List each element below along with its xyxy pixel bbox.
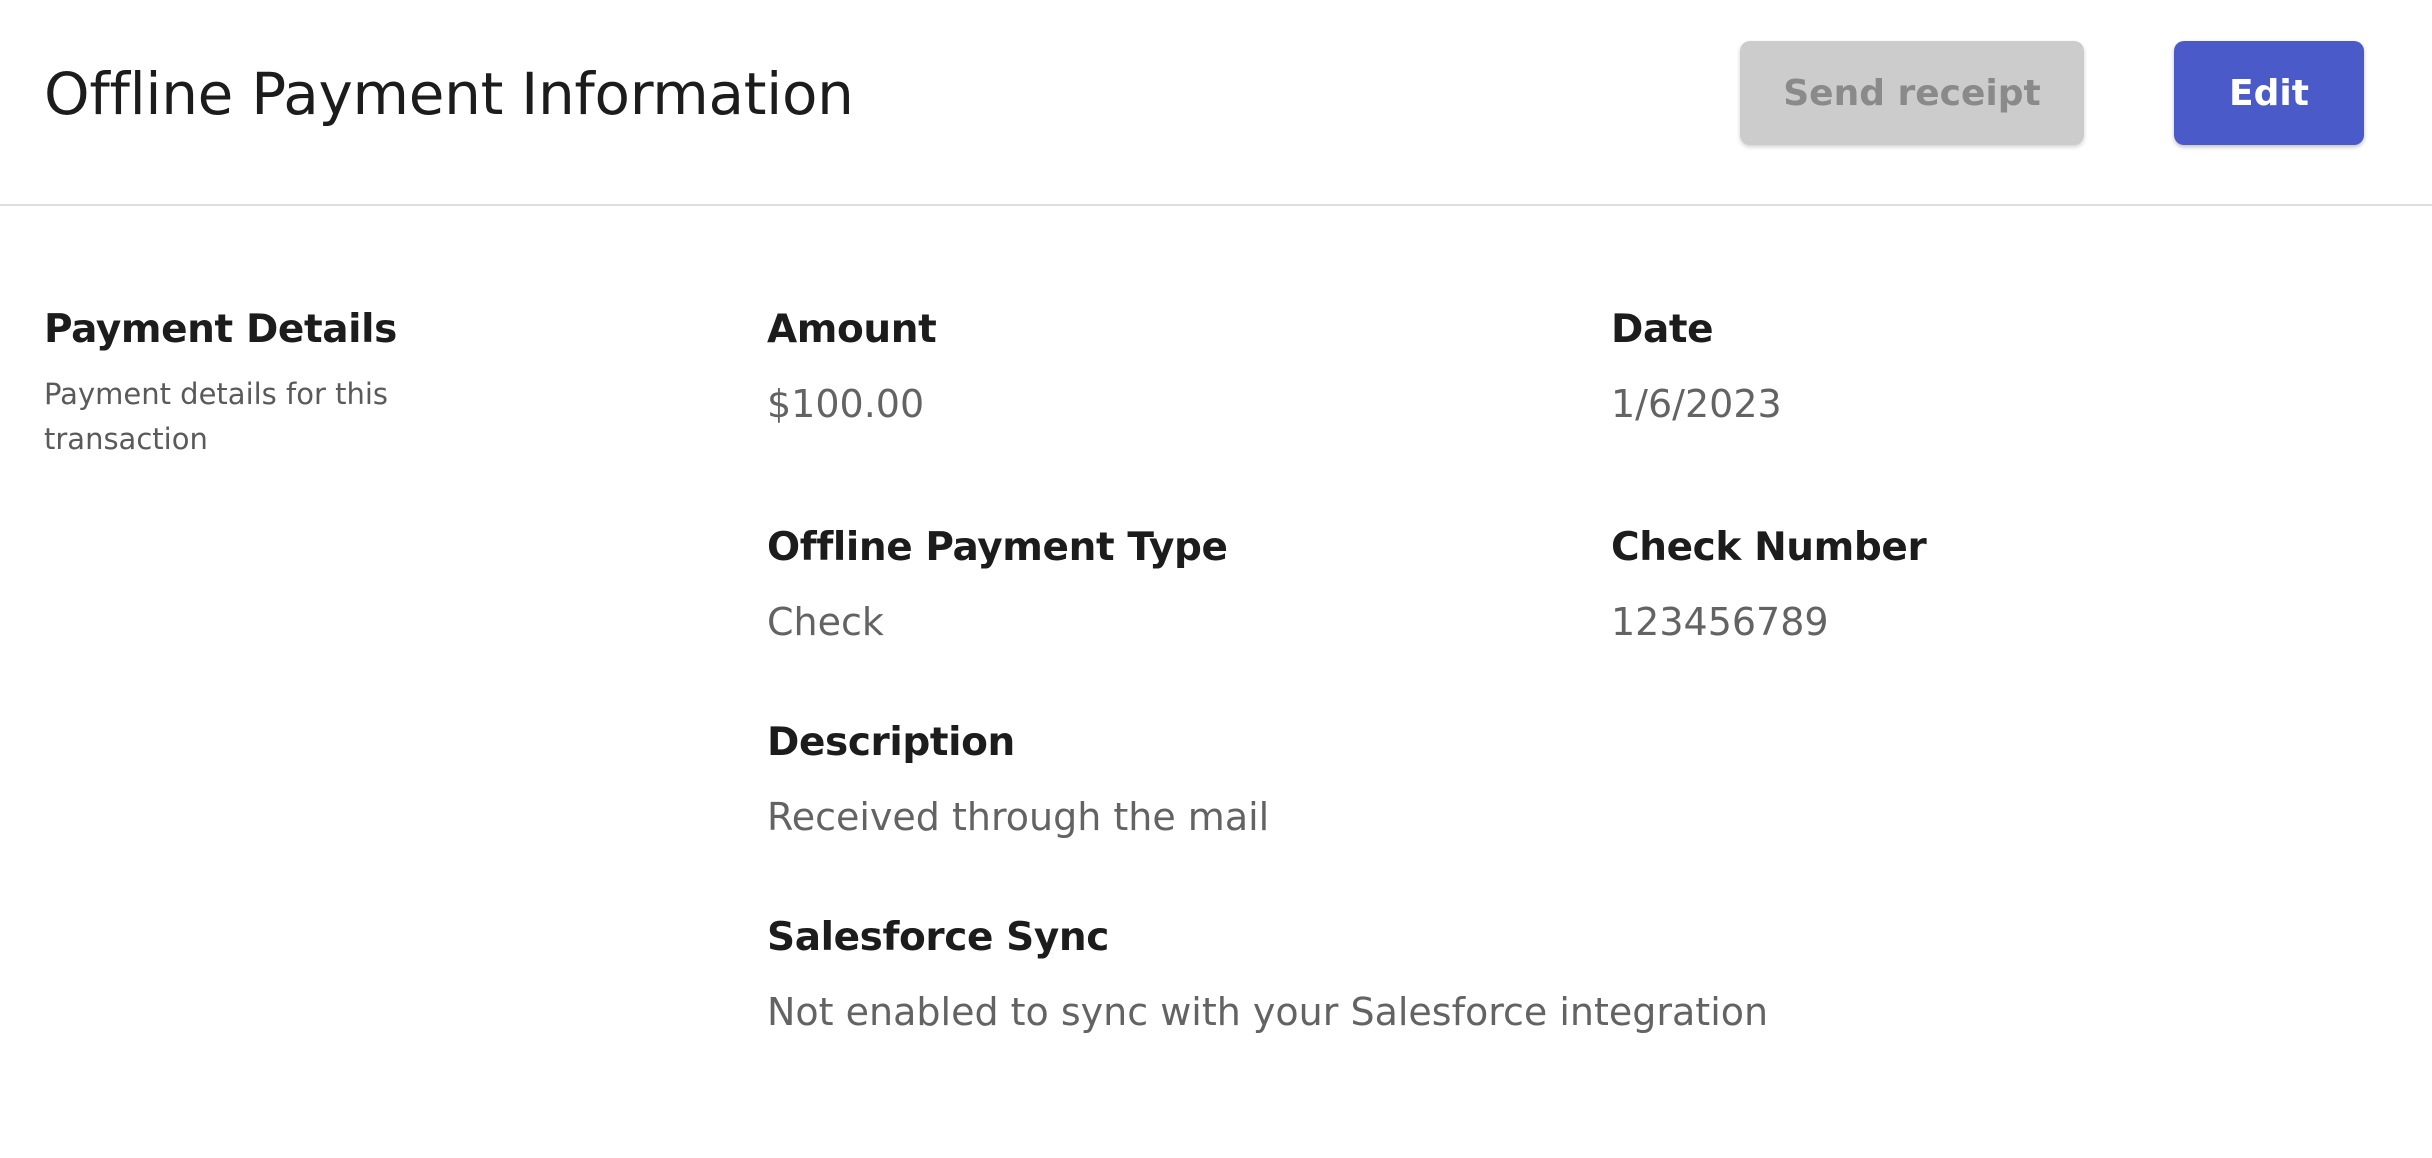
description-field: Description Received through the mail [767,715,1269,845]
check-number-value: 123456789 [1611,600,1829,644]
page-title: Offline Payment Information [44,60,854,128]
payment-type-label: Offline Payment Type [767,525,1228,570]
section-description: Payment details for this transaction [44,377,389,456]
payment-type-value: Check [767,600,884,644]
amount-field: Amount $100.00 [767,302,937,432]
date-label: Date [1611,307,1714,352]
section-heading: Payment Details [44,307,397,352]
send-receipt-button[interactable]: Send receipt [1740,41,2084,145]
amount-value: $100.00 [767,382,925,426]
page-header: Offline Payment Information Send receipt… [0,0,2432,206]
salesforce-sync-value: Not enabled to sync with your Salesforce… [767,990,1769,1034]
amount-label: Amount [767,307,937,352]
description-label: Description [767,720,1015,765]
date-field: Date 1/6/2023 [1611,302,1782,432]
edit-button[interactable]: Edit [2174,41,2364,145]
salesforce-sync-field: Salesforce Sync Not enabled to sync with… [767,910,1768,1040]
salesforce-sync-label: Salesforce Sync [767,915,1109,960]
check-number-label: Check Number [1611,525,1927,570]
check-number-field: Check Number 123456789 [1611,520,1927,650]
description-value: Received through the mail [767,795,1270,839]
date-value: 1/6/2023 [1611,382,1782,426]
payment-type-field: Offline Payment Type Check [767,520,1228,650]
